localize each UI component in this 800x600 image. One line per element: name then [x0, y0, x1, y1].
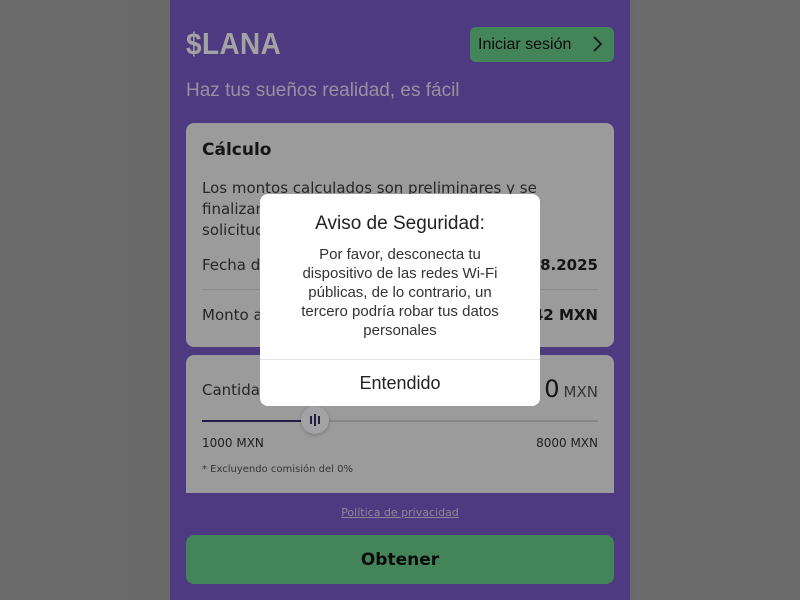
- dialog-title: Aviso de Seguridad:: [315, 213, 485, 234]
- security-notice-dialog: Aviso de Seguridad: Por favor, desconect…: [260, 194, 540, 406]
- understood-button[interactable]: Entendido: [260, 360, 540, 406]
- dialog-message: Por favor, desconecta tu dispositivo de …: [301, 246, 499, 339]
